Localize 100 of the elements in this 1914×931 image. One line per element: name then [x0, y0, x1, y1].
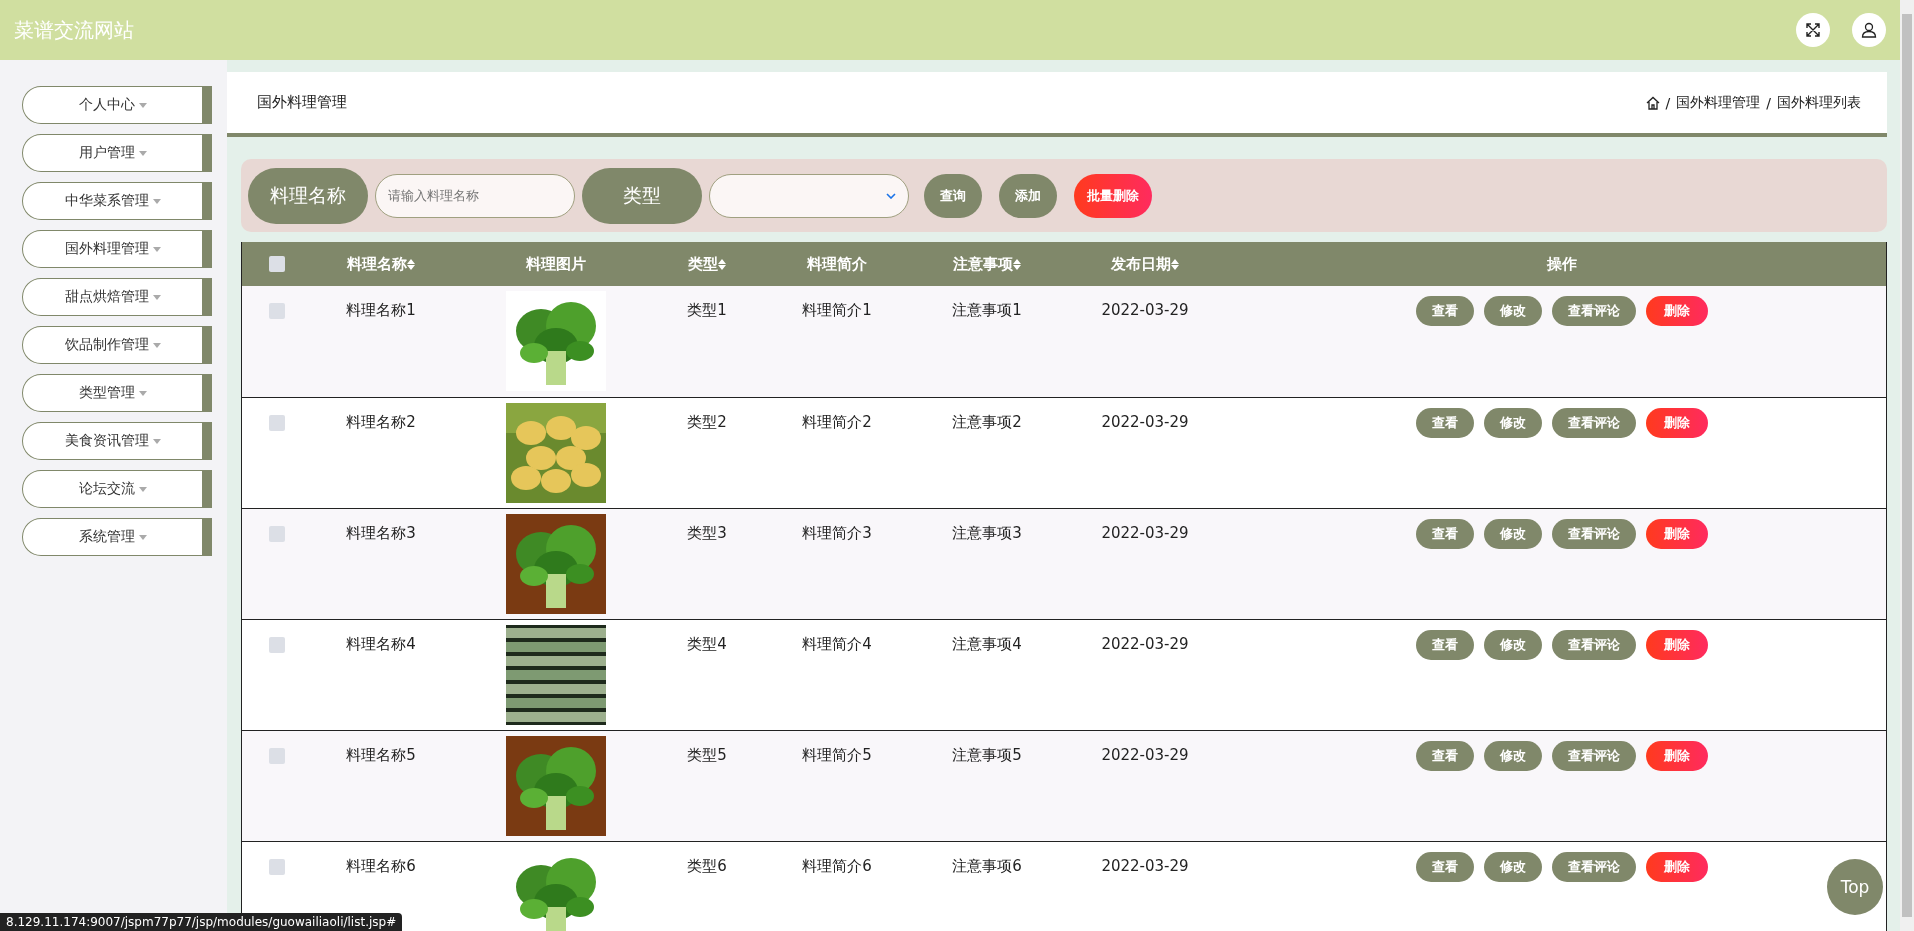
column-header[interactable]: 发布日期	[1111, 254, 1171, 274]
sidebar-item[interactable]: 中华菜系管理	[22, 182, 212, 220]
sidebar-item[interactable]: 甜点烘焙管理	[22, 278, 212, 316]
row-action-button[interactable]: 查看	[1415, 741, 1474, 771]
sidebar-item[interactable]: 系统管理	[22, 518, 212, 556]
row-action-button[interactable]: 查看评论	[1551, 408, 1636, 438]
table-cell: 料理名称5	[346, 746, 416, 765]
table-cell: 注意事项4	[952, 635, 1022, 654]
checkbox[interactable]	[268, 526, 285, 542]
table-cell: 2022-03-29	[1101, 635, 1189, 653]
row-action-button[interactable]: 修改	[1483, 408, 1542, 438]
batch-delete-button[interactable]: 批量删除	[1074, 173, 1152, 218]
action-button[interactable]: 添加	[999, 173, 1057, 218]
caret-icon	[152, 198, 161, 204]
sidebar-item[interactable]: 用户管理	[22, 134, 212, 172]
row-action-button[interactable]: 修改	[1483, 296, 1542, 326]
user-button[interactable]	[1852, 13, 1886, 47]
checkbox[interactable]	[268, 303, 285, 319]
scrollbar[interactable]	[1900, 0, 1914, 931]
table-cell: 注意事项1	[952, 301, 1022, 320]
row-action-button[interactable]: 查看	[1415, 296, 1474, 326]
table-cell: 注意事项5	[952, 746, 1022, 765]
table-cell: 注意事项3	[952, 524, 1022, 543]
checkbox[interactable]	[268, 415, 285, 431]
table-cell: 料理简介3	[802, 524, 872, 543]
table-cell: 类型5	[687, 746, 727, 765]
row-action-button[interactable]: 查看评论	[1551, 852, 1636, 882]
breadcrumb-link[interactable]: 国外料理管理	[1676, 93, 1761, 112]
caret-icon	[138, 486, 147, 492]
column-header[interactable]: 注意事项	[953, 254, 1013, 274]
row-action-button[interactable]: 查看	[1415, 408, 1474, 438]
delete-button[interactable]: 删除	[1645, 408, 1708, 438]
row-action-button[interactable]: 查看	[1415, 519, 1474, 549]
fullscreen-button[interactable]	[1796, 13, 1830, 47]
sort-icon[interactable]	[718, 258, 726, 270]
table-cell: 类型3	[687, 524, 727, 543]
table-cell: 料理简介2	[802, 413, 872, 432]
row-action-button[interactable]: 查看评论	[1551, 519, 1636, 549]
delete-button[interactable]: 删除	[1645, 519, 1708, 549]
caret-icon	[152, 294, 161, 300]
user-icon	[1861, 22, 1877, 38]
sidebar-item[interactable]: 国外料理管理	[22, 230, 212, 268]
table-cell: 料理简介5	[802, 746, 872, 765]
checkbox[interactable]	[268, 256, 285, 272]
sidebar-item[interactable]: 类型管理	[22, 374, 212, 412]
column-header: 操作	[1546, 254, 1577, 274]
delete-button[interactable]: 删除	[1645, 741, 1708, 771]
table-cell: 类型4	[687, 635, 727, 654]
table-cell: 料理简介1	[802, 301, 872, 320]
row-action-button[interactable]: 修改	[1483, 519, 1542, 549]
checkbox[interactable]	[268, 748, 285, 764]
row-action-button[interactable]: 查看评论	[1551, 741, 1636, 771]
caret-icon	[152, 342, 161, 348]
table-cell: 注意事项2	[952, 413, 1022, 432]
sidebar-item[interactable]: 美食资讯管理	[22, 422, 212, 460]
row-action-button[interactable]: 查看评论	[1551, 296, 1636, 326]
sort-icon[interactable]	[407, 258, 415, 270]
row-action-button[interactable]: 查看	[1415, 630, 1474, 660]
delete-button[interactable]: 删除	[1645, 852, 1708, 882]
table-cell: 类型6	[687, 857, 727, 876]
column-header[interactable]: 料理名称	[347, 254, 407, 274]
delete-button[interactable]: 删除	[1645, 296, 1708, 326]
action-button[interactable]: 查询	[924, 173, 982, 218]
table-cell: 料理名称2	[346, 413, 416, 432]
sidebar-item[interactable]: 个人中心	[22, 86, 212, 124]
caret-icon	[152, 438, 161, 444]
filter-label: 料理名称	[248, 167, 368, 224]
table-cell: 2022-03-29	[1101, 413, 1189, 431]
table-cell: 料理名称1	[346, 301, 416, 320]
table-cell: 类型1	[687, 301, 727, 320]
caret-icon	[138, 390, 147, 396]
table-cell: 料理简介6	[802, 857, 872, 876]
column-header: 料理简介	[807, 254, 867, 274]
home-icon[interactable]	[1645, 95, 1660, 110]
status-url: 8.129.11.174:9007/jspm77p77/jsp/modules/guowailiaoli/list.jsp#	[0, 913, 403, 931]
type-select[interactable]	[709, 173, 909, 218]
table-cell: 2022-03-29	[1101, 524, 1189, 542]
sort-icon[interactable]	[1013, 258, 1021, 270]
column-header[interactable]: 类型	[688, 254, 718, 274]
name-input[interactable]: 请输入料理名称	[375, 173, 575, 218]
caret-icon	[138, 150, 147, 156]
page-title: 国外料理管理	[257, 93, 347, 112]
table-cell: 料理名称3	[346, 524, 416, 543]
row-action-button[interactable]: 修改	[1483, 741, 1542, 771]
breadcrumb-separator: /	[1766, 94, 1771, 111]
sort-icon[interactable]	[1171, 258, 1179, 270]
table-cell: 料理名称6	[346, 857, 416, 876]
table-cell: 注意事项6	[952, 857, 1022, 876]
breadcrumb-link[interactable]: 国外料理列表	[1777, 93, 1861, 112]
row-action-button[interactable]: 修改	[1483, 852, 1542, 882]
sidebar-item[interactable]: 饮品制作管理	[22, 326, 212, 364]
row-action-button[interactable]: 查看	[1415, 852, 1474, 882]
sidebar-item[interactable]: 论坛交流	[22, 470, 212, 508]
checkbox[interactable]	[268, 859, 285, 875]
checkbox[interactable]	[268, 637, 285, 653]
row-action-button[interactable]: 查看评论	[1551, 630, 1636, 660]
expand-icon	[1805, 22, 1821, 38]
breadcrumb-separator: /	[1665, 94, 1671, 111]
delete-button[interactable]: 删除	[1645, 630, 1708, 660]
row-action-button[interactable]: 修改	[1483, 630, 1542, 660]
